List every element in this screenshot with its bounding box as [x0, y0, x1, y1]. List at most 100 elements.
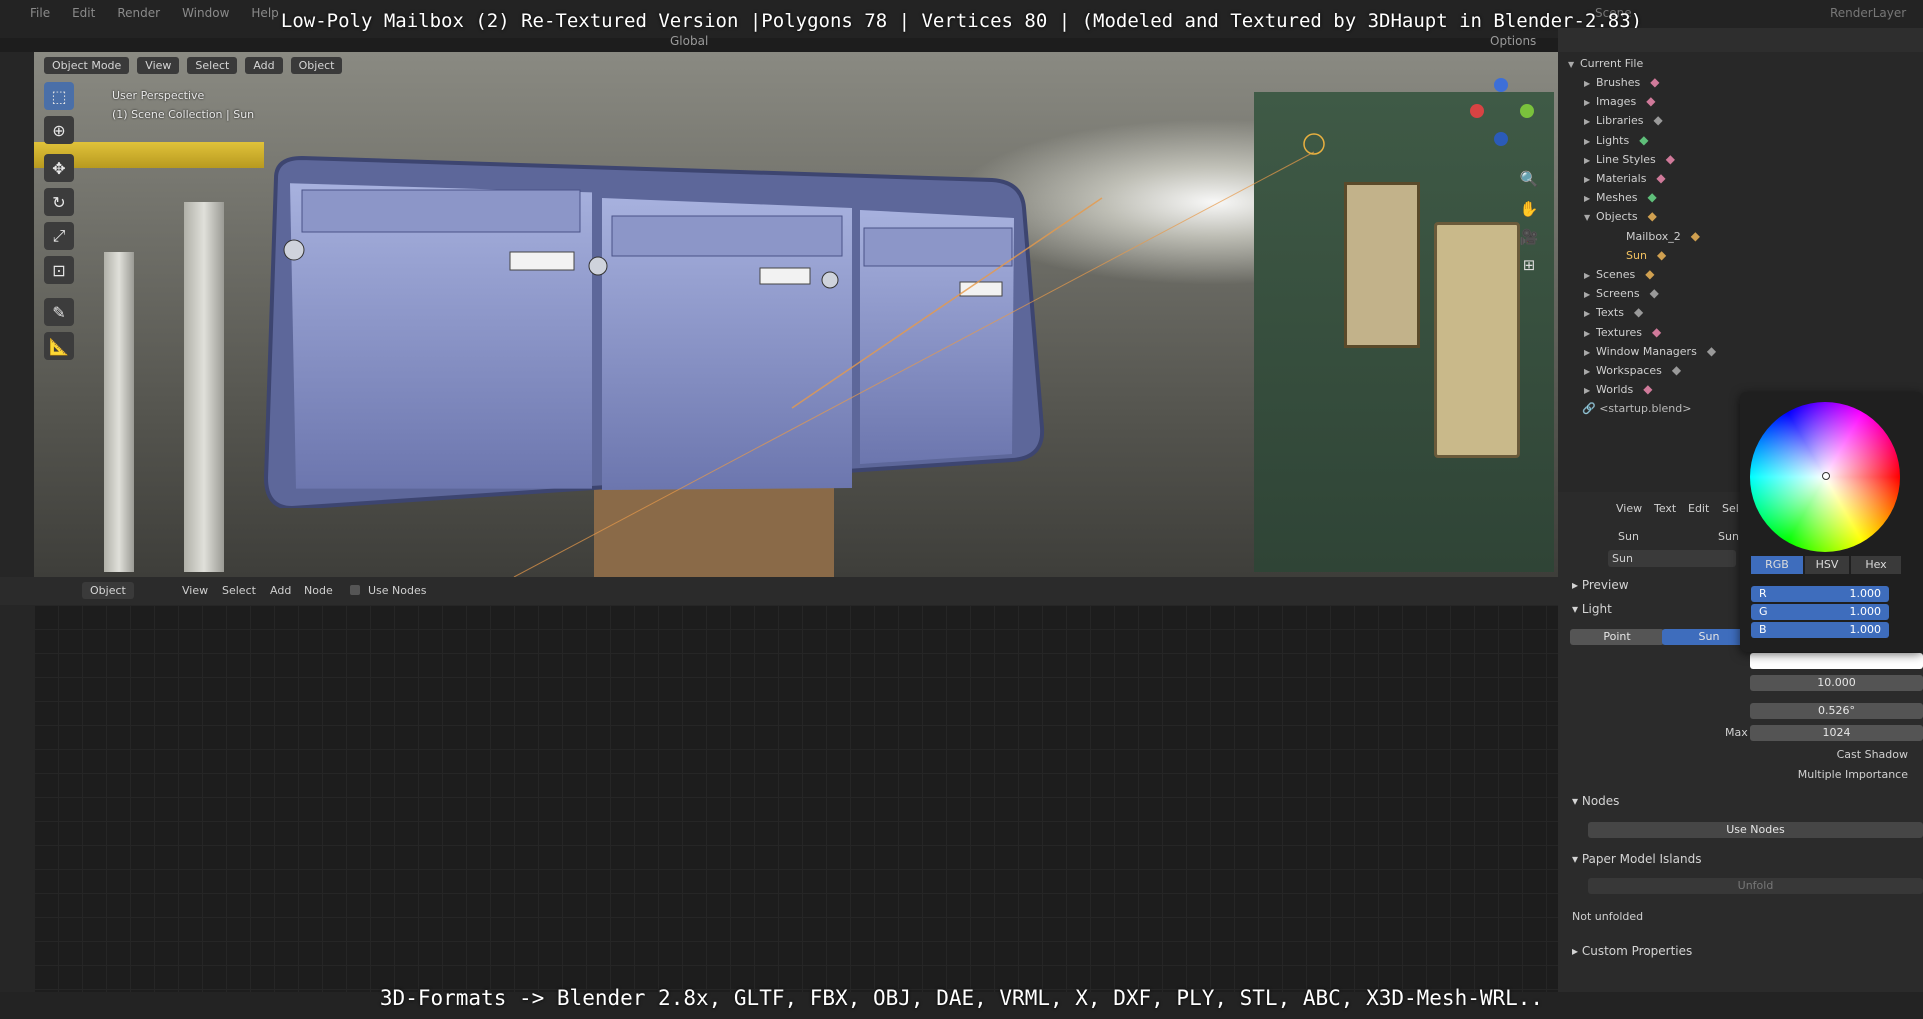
outliner-item[interactable]: ▶ Lights ◆	[1584, 131, 1648, 150]
object-icon: ◆	[1647, 209, 1657, 224]
max-bounces-field[interactable]: 1024	[1750, 725, 1923, 741]
expand-chevron-icon[interactable]: ▶	[1584, 266, 1596, 285]
outliner-item[interactable]: ▶ Textures ◆	[1584, 323, 1661, 342]
outliner-item-label: Screens	[1596, 287, 1640, 301]
tab-hex[interactable]: Hex	[1851, 556, 1901, 574]
angle-field[interactable]: 0.526°	[1750, 703, 1923, 719]
expand-chevron-icon[interactable]: ▶	[1584, 381, 1596, 400]
grid-icon[interactable]: ⊞	[1518, 256, 1540, 278]
outliner-item[interactable]: Sun ◆	[1614, 246, 1666, 265]
green-channel-slider[interactable]: G 1.000	[1751, 604, 1889, 620]
pan-hand-icon[interactable]: ✋	[1518, 200, 1540, 222]
3d-viewport[interactable]: Object Mode View Select Add Object User …	[34, 52, 1558, 577]
breadcrumb-object[interactable]: Sun	[1618, 530, 1639, 543]
nodes-panel[interactable]: ▾ Nodes	[1572, 794, 1619, 808]
zoom-icon[interactable]: 🔍	[1518, 170, 1540, 192]
menu-view[interactable]: View	[182, 584, 208, 597]
options-dropdown[interactable]: Options	[1490, 34, 1536, 48]
outliner-item[interactable]: ▶ Workspaces ◆	[1584, 361, 1681, 380]
outliner-item-label: Libraries	[1596, 114, 1644, 128]
outliner-item[interactable]: ▶ Window Managers ◆	[1584, 342, 1716, 361]
gizmo-neg-z-axis[interactable]	[1494, 132, 1508, 146]
expand-chevron-icon[interactable]: ▶	[1584, 93, 1596, 112]
menu-select[interactable]: Select	[222, 584, 256, 597]
menu-add[interactable]: Add	[270, 584, 291, 597]
red-channel-slider[interactable]: R 1.000	[1751, 586, 1889, 602]
custom-properties-panel[interactable]: ▸ Custom Properties	[1572, 944, 1692, 958]
expand-chevron-icon[interactable]: ▶	[1584, 151, 1596, 170]
outliner-item-label: Workspaces	[1596, 364, 1662, 377]
node-editor-header: Object View Select Add Node Use Nodes	[0, 577, 1558, 605]
breadcrumb-data[interactable]: Sun	[1718, 530, 1739, 543]
expand-chevron-icon[interactable]: ▶	[1584, 304, 1596, 323]
outliner-item-label: Brushes	[1596, 76, 1641, 89]
preview-panel[interactable]: ▸ Preview	[1572, 578, 1629, 592]
outliner-item[interactable]: ▶ Screens ◆	[1584, 284, 1659, 303]
outliner-item-label: Sun	[1626, 248, 1647, 262]
mesh-object-icon: ◆	[1690, 228, 1700, 243]
menu-edit[interactable]: Edit	[1688, 502, 1709, 515]
outliner-item[interactable]: ▶ Images ◆	[1584, 92, 1655, 111]
sun-light-icon: ◆	[1656, 247, 1667, 262]
material-icon: ◆	[1656, 171, 1666, 185]
outliner-item[interactable]: ▶ Line Styles ◆	[1584, 150, 1675, 169]
expand-chevron-icon[interactable]: ▼	[1584, 208, 1596, 227]
outliner-item[interactable]: ▶ Brushes ◆	[1584, 73, 1659, 92]
menu-node[interactable]: Node	[304, 584, 333, 597]
blue-channel-slider[interactable]: B 1.000	[1751, 622, 1889, 638]
expand-chevron-icon[interactable]: ▶	[1584, 132, 1596, 151]
multiple-importance-checkbox[interactable]: Multiple Importance	[1698, 768, 1908, 781]
expand-chevron-icon[interactable]: ▶	[1584, 170, 1596, 189]
outliner-item[interactable]: ▶ Meshes ◆	[1584, 188, 1657, 207]
outliner-item-label: Meshes	[1596, 191, 1638, 205]
screen-icon: ◆	[1649, 286, 1659, 301]
image-icon: ◆	[1646, 94, 1656, 109]
gizmo-x-axis[interactable]	[1470, 104, 1484, 118]
expand-chevron-icon[interactable]: ▶	[1584, 112, 1596, 131]
strength-field[interactable]: 10.000	[1750, 675, 1923, 691]
light-type-point[interactable]: Point	[1570, 629, 1664, 645]
tab-hsv[interactable]: HSV	[1805, 556, 1849, 574]
menu-text[interactable]: Text	[1654, 502, 1676, 515]
color-swatch[interactable]	[1750, 653, 1923, 669]
transform-orientation-dropdown[interactable]: Global	[670, 34, 708, 48]
cast-shadow-checkbox[interactable]: Cast Shadow	[1718, 748, 1908, 761]
outliner-item[interactable]: ▶ Scenes ◆	[1584, 265, 1655, 284]
paper-model-panel[interactable]: ▾ Paper Model Islands	[1572, 852, 1701, 866]
node-editor-canvas[interactable]	[34, 605, 1558, 992]
outliner-item[interactable]: ▼ Objects ◆	[1584, 207, 1657, 226]
use-nodes-checkbox[interactable]	[350, 585, 360, 595]
unfold-button[interactable]: Unfold	[1588, 878, 1923, 894]
object-name-field[interactable]: Sun	[1608, 550, 1736, 567]
color-wheel-cursor[interactable]	[1822, 472, 1830, 480]
camera-icon[interactable]: 🎥	[1518, 228, 1540, 250]
tab-rgb[interactable]: RGB	[1751, 556, 1803, 574]
light-panel[interactable]: ▾ Light	[1572, 602, 1612, 616]
node-type-dropdown[interactable]: Object	[82, 582, 134, 599]
light-icon: ◆	[1639, 132, 1649, 147]
link-icon: 🔗	[1582, 402, 1600, 415]
startup-blend[interactable]: 🔗 <startup.blend>	[1582, 399, 1691, 418]
expand-chevron-icon[interactable]: ▶	[1584, 285, 1596, 304]
workspace-icon: ◆	[1671, 363, 1682, 377]
outliner-item[interactable]: ▶ Texts ◆	[1584, 303, 1643, 322]
outliner-item-label: Scenes	[1596, 268, 1636, 281]
expand-chevron-icon[interactable]: ▶	[1584, 343, 1596, 362]
menu-view[interactable]: View	[1616, 502, 1642, 515]
window-icon: ◆	[1706, 343, 1717, 358]
gizmo-y-axis[interactable]	[1520, 104, 1534, 118]
outliner-item[interactable]: Mailbox_2 ◆	[1614, 227, 1700, 246]
menu-select[interactable]: Sel	[1722, 502, 1739, 515]
gizmo-z-axis[interactable]	[1494, 78, 1508, 92]
use-nodes-button[interactable]: Use Nodes	[1588, 822, 1923, 838]
outliner-root[interactable]: ▼ Current File	[1568, 54, 1643, 73]
link-icon: ◆	[1653, 113, 1663, 128]
outliner-item-label: Materials	[1596, 172, 1647, 185]
outliner-item[interactable]: ▶ Worlds ◆	[1584, 380, 1653, 399]
expand-chevron-icon[interactable]: ▶	[1584, 362, 1596, 381]
outliner-item[interactable]: ▶ Materials ◆	[1584, 169, 1666, 188]
expand-chevron-icon[interactable]: ▶	[1584, 189, 1596, 208]
expand-chevron-icon[interactable]: ▶	[1584, 74, 1596, 93]
outliner-item[interactable]: ▶ Libraries ◆	[1584, 111, 1663, 130]
expand-chevron-icon[interactable]: ▶	[1584, 324, 1596, 343]
